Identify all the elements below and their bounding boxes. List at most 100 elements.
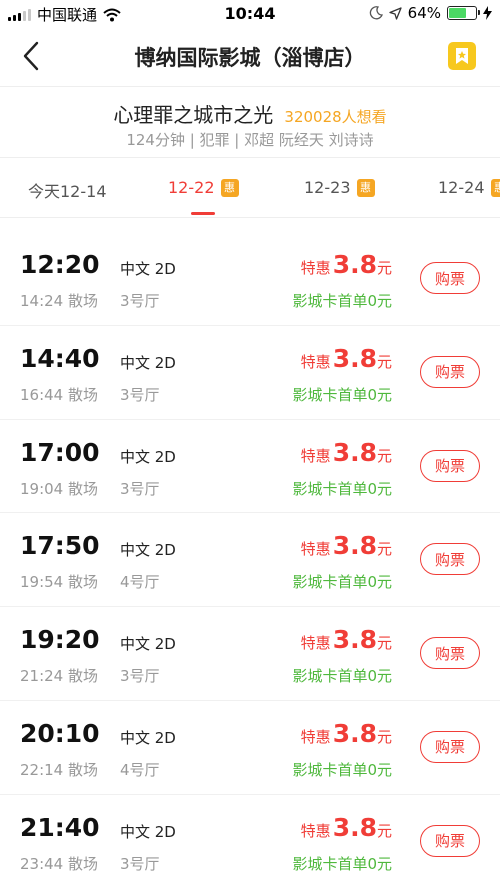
price-label: 特惠	[300, 352, 331, 371]
price-value: 3.8	[332, 250, 377, 279]
price: 特惠 3.8 元	[301, 719, 392, 748]
movie-meta: 124分钟 | 犯罪 | 邓超 阮经天 刘诗诗	[126, 131, 374, 149]
buy-ticket-button[interactable]: 购票	[420, 262, 480, 294]
showtime-row[interactable]: 20:10 22:14 散场 中文 2D 4号厅 特惠 3.8 元 影城卡首单0…	[0, 701, 500, 795]
back-button[interactable]	[14, 38, 50, 74]
battery-icon	[447, 6, 480, 20]
price: 特惠 3.8 元	[301, 250, 392, 279]
card-promo: 影城卡首单0元	[292, 667, 392, 686]
start-time: 19:20	[20, 625, 100, 655]
buy-ticket-button[interactable]: 购票	[420, 543, 480, 576]
showtime-row[interactable]: 19:20 21:24 散场 中文 2D 3号厅 特惠 3.8 元 影城卡首单0…	[0, 607, 500, 701]
price: 特惠 3.8 元	[301, 813, 392, 842]
tab-label: 12-23	[304, 178, 351, 197]
movie-title-row: 心理罪之城市之光 320028人想看	[0, 99, 500, 128]
price-unit: 元	[376, 821, 392, 840]
battery-fill	[449, 8, 466, 18]
discount-badge: 惠	[356, 178, 375, 197]
card-promo: 影城卡首单0元	[292, 292, 392, 310]
want-count: 320028人想看	[284, 108, 387, 126]
price-value: 3.8	[332, 437, 377, 467]
price-value: 3.8	[332, 343, 377, 373]
showtime-row[interactable]: 12:20 14:24 散场 中文 2D 3号厅 特惠 3.8 元 影城卡首单0…	[0, 232, 500, 326]
price-label: 特惠	[300, 540, 331, 559]
showtime-row[interactable]: 17:50 19:54 散场 中文 2D 4号厅 特惠 3.8 元 影城卡首单0…	[0, 513, 500, 608]
hall-name: 3号厅	[120, 385, 160, 404]
end-time: 19:04 散场	[20, 479, 98, 498]
language-format: 中文 2D	[120, 728, 176, 747]
moon-icon	[369, 6, 383, 20]
price-unit: 元	[376, 259, 392, 277]
status-right: 64%	[369, 4, 492, 22]
price-value: 3.8	[332, 718, 377, 748]
hall-name: 3号厅	[120, 292, 160, 310]
buy-ticket-button[interactable]: 购票	[420, 824, 480, 857]
tab-date-0[interactable]: 今天12-14	[28, 178, 107, 202]
end-time: 22:14 散场	[20, 760, 98, 779]
start-time: 17:50	[20, 531, 100, 561]
price-unit: 元	[376, 727, 392, 746]
charging-icon	[483, 6, 492, 20]
star-bookmark-icon	[456, 48, 468, 64]
discount-badge: 惠	[220, 178, 239, 197]
language-format: 中文 2D	[120, 541, 176, 560]
price: 特惠 3.8 元	[301, 344, 392, 373]
price-unit: 元	[376, 446, 392, 465]
hall-name: 3号厅	[120, 854, 160, 873]
tab-date-2[interactable]: 12-23 惠	[304, 178, 375, 197]
price-label: 特惠	[300, 259, 331, 277]
end-time: 19:54 散场	[20, 573, 98, 592]
hall-name: 3号厅	[120, 479, 160, 498]
start-time: 14:40	[20, 343, 100, 373]
showtime-list: 12:20 14:24 散场 中文 2D 3号厅 特惠 3.8 元 影城卡首单0…	[0, 232, 500, 888]
movie-title: 心理罪之城市之光	[113, 103, 274, 127]
showtime-row[interactable]: 17:00 19:04 散场 中文 2D 3号厅 特惠 3.8 元 影城卡首单0…	[0, 420, 500, 514]
end-time: 23:44 散场	[20, 854, 98, 873]
buy-ticket-button[interactable]: 购票	[420, 730, 480, 763]
nav-bar: 博纳国际影城（淄博店）	[0, 28, 500, 86]
app-screen: 中国联通 10:44 64% 博纳国际影城（淄博店） 心理罪之城市之光 3200…	[0, 0, 500, 888]
card-promo: 影城卡首单0元	[292, 479, 392, 498]
price-label: 特惠	[300, 634, 331, 653]
status-bar: 中国联通 10:44 64%	[0, 0, 500, 28]
location-icon	[389, 6, 402, 20]
tab-date-1[interactable]: 12-22 惠	[168, 178, 239, 197]
end-time: 21:24 散场	[20, 667, 98, 686]
price-unit: 元	[376, 352, 392, 371]
price-value: 3.8	[332, 812, 377, 842]
language-format: 中文 2D	[120, 447, 176, 466]
price-label: 特惠	[300, 727, 331, 746]
buy-ticket-button[interactable]: 购票	[420, 637, 480, 670]
price-label: 特惠	[300, 446, 331, 465]
price: 特惠 3.8 元	[301, 438, 392, 467]
price-unit: 元	[376, 540, 392, 559]
start-time: 17:00	[20, 437, 100, 467]
start-time: 12:20	[20, 250, 100, 279]
start-time: 20:10	[20, 718, 100, 748]
price-label: 特惠	[300, 821, 331, 840]
hall-name: 4号厅	[120, 573, 160, 592]
price: 特惠 3.8 元	[301, 625, 392, 654]
language-format: 中文 2D	[120, 635, 176, 654]
date-tabs: 今天12-14 12-22 惠 12-23 惠 12-24 惠	[0, 158, 500, 218]
card-promo: 影城卡首单0元	[292, 854, 392, 873]
battery-percent: 64%	[407, 4, 441, 22]
end-time: 16:44 散场	[20, 385, 98, 404]
favorite-button[interactable]	[448, 42, 476, 70]
price-unit: 元	[376, 634, 392, 653]
price: 特惠 3.8 元	[301, 531, 392, 560]
buy-ticket-button[interactable]: 购票	[420, 355, 480, 388]
active-tab-indicator	[191, 212, 215, 215]
showtime-row[interactable]: 14:40 16:44 散场 中文 2D 3号厅 特惠 3.8 元 影城卡首单0…	[0, 326, 500, 420]
tab-label: 12-22	[168, 178, 215, 197]
language-format: 中文 2D	[120, 822, 176, 841]
movie-info[interactable]: 心理罪之城市之光 320028人想看 124分钟 | 犯罪 | 邓超 阮经天 刘…	[0, 86, 500, 158]
tab-label: 今天12-14	[28, 182, 107, 201]
buy-ticket-button[interactable]: 购票	[420, 449, 480, 482]
hall-name: 4号厅	[120, 760, 160, 779]
tab-date-3[interactable]: 12-24 惠	[438, 178, 500, 197]
language-format: 中文 2D	[120, 353, 176, 372]
card-promo: 影城卡首单0元	[292, 573, 392, 592]
language-format: 中文 2D	[120, 260, 176, 278]
showtime-row[interactable]: 21:40 23:44 散场 中文 2D 3号厅 特惠 3.8 元 影城卡首单0…	[0, 795, 500, 888]
